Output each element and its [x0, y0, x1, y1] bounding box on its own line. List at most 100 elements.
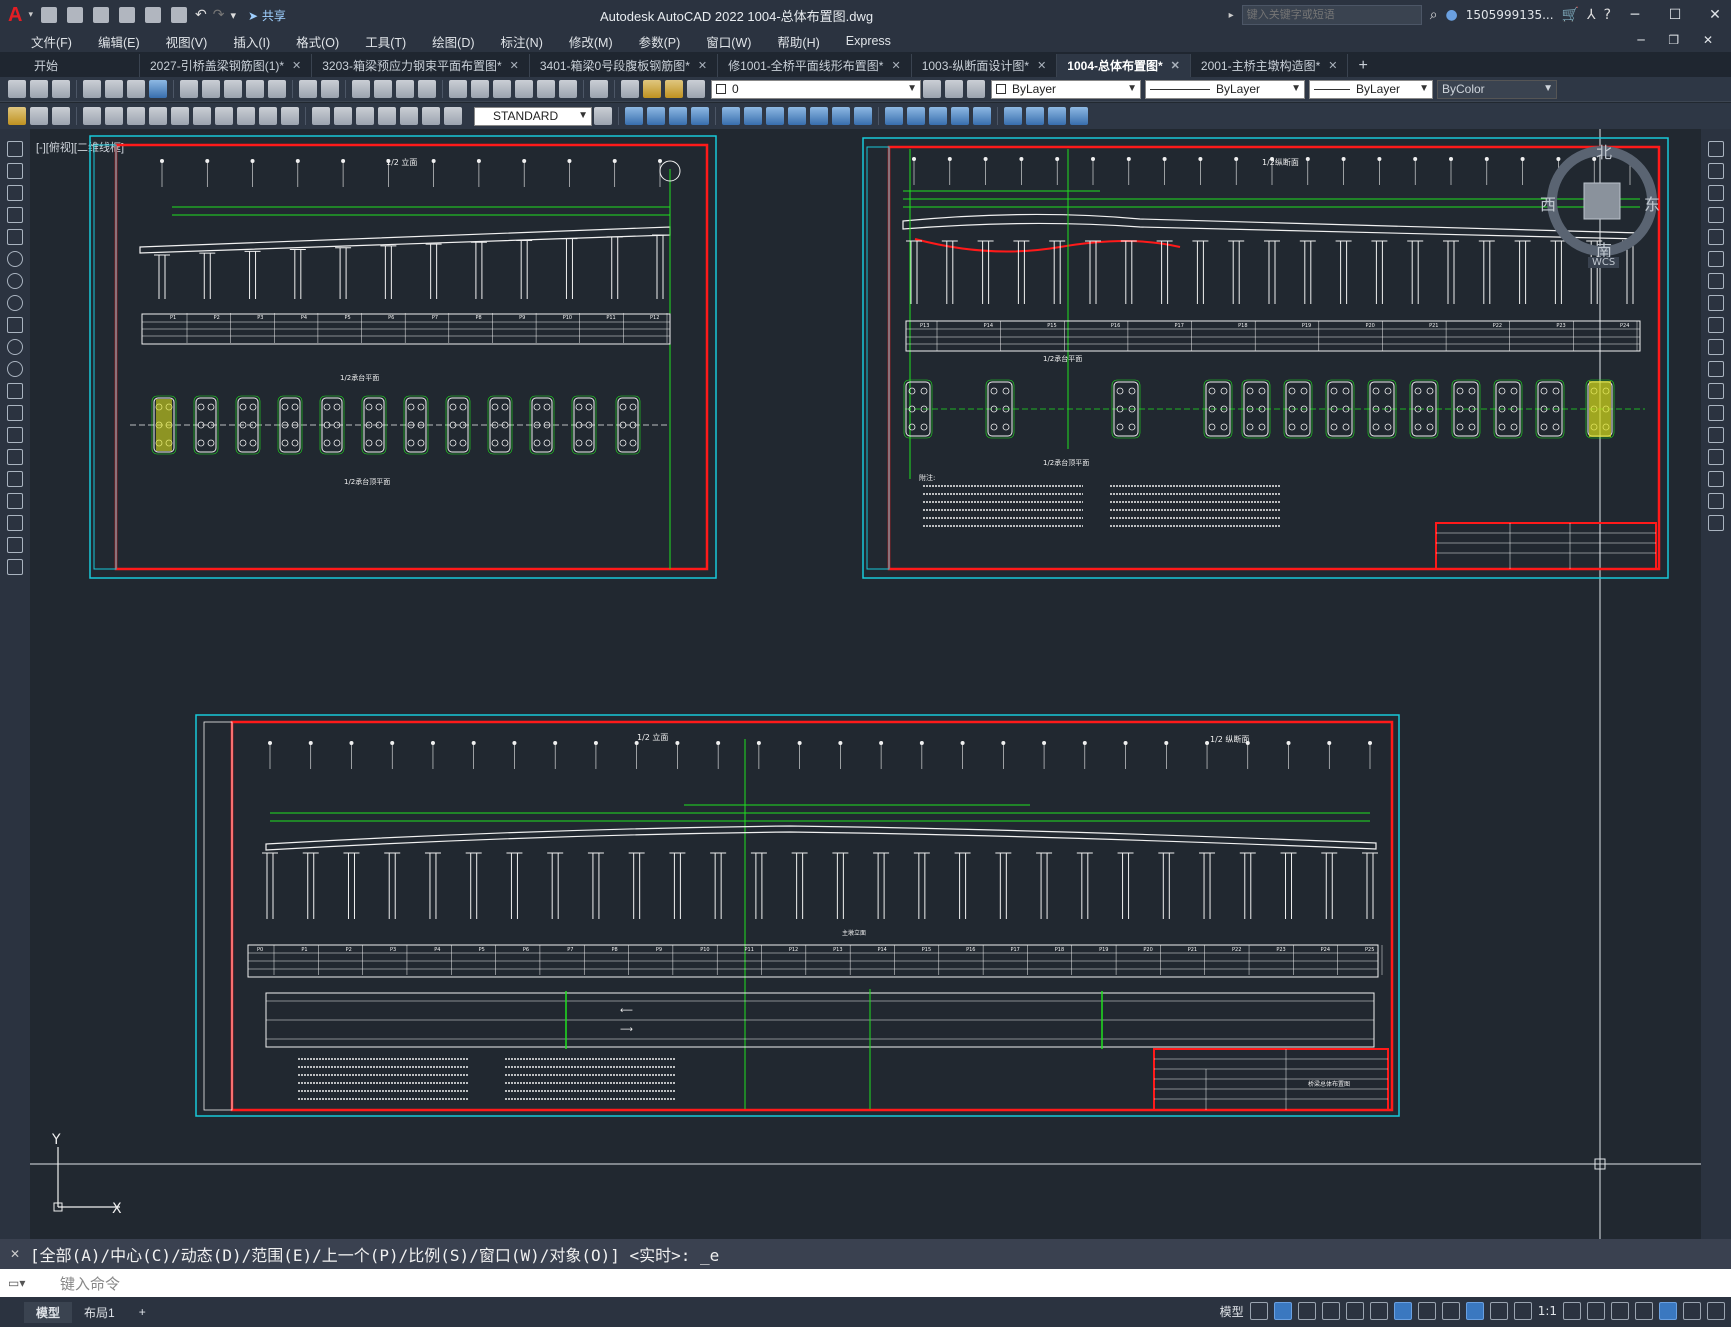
customize-icon[interactable] [1707, 1302, 1725, 1320]
layout-tab-layout1[interactable]: 布局1 [72, 1302, 127, 1323]
layer-freeze-icon[interactable] [665, 80, 683, 98]
dim-baseline-icon[interactable] [215, 107, 233, 125]
tab-1003[interactable]: 1003-纵断面设计图* ✕ [912, 54, 1058, 77]
join-icon[interactable] [907, 107, 925, 125]
join-icon[interactable] [1708, 427, 1724, 443]
dim-continue-icon[interactable] [237, 107, 255, 125]
copy-icon[interactable] [1708, 163, 1724, 179]
annotation-scale-icon[interactable] [1513, 1302, 1532, 1320]
multiline-text-icon[interactable] [7, 537, 23, 553]
zoom-realtime-icon[interactable] [374, 80, 392, 98]
model-space-label[interactable]: 模型 [1220, 1303, 1244, 1320]
mirror-icon[interactable] [1708, 185, 1724, 201]
close-button[interactable]: ✕ [1699, 7, 1731, 23]
fillet-icon[interactable] [1708, 471, 1724, 487]
qnew-icon[interactable] [8, 80, 26, 98]
region-icon[interactable] [7, 493, 23, 509]
search-expand-icon[interactable]: ▸ [1229, 10, 1234, 21]
maximize-button[interactable]: ☐ [1659, 7, 1691, 23]
dim-style-icon[interactable] [594, 107, 612, 125]
draworder-back-icon[interactable] [1026, 107, 1044, 125]
new-tab-button[interactable]: + [1348, 54, 1377, 77]
dim-radius-icon[interactable] [105, 107, 123, 125]
block-editor-icon[interactable] [268, 80, 286, 98]
menu-help[interactable]: 帮助(H) [764, 32, 832, 51]
share-button[interactable]: ➤ 共享 [248, 7, 286, 24]
close-tab-icon[interactable]: ✕ [698, 59, 707, 72]
viewcube-east[interactable]: 东 [1644, 191, 1660, 215]
command-prompt-icon[interactable]: ▭▾ [0, 1276, 60, 1290]
quick-properties-icon[interactable] [1635, 1302, 1653, 1320]
close-tab-icon[interactable]: ✕ [1037, 59, 1046, 72]
array-icon[interactable] [1708, 229, 1724, 245]
undo-icon[interactable] [299, 80, 317, 98]
markup-icon[interactable] [537, 80, 555, 98]
scale-icon[interactable] [1708, 295, 1724, 311]
customize-qa-icon[interactable]: ▾ [230, 9, 236, 22]
quick-dim-icon[interactable] [193, 107, 211, 125]
user-icon[interactable]: ● [1446, 7, 1458, 23]
extend-icon[interactable] [1708, 361, 1724, 377]
ortho-icon[interactable] [1297, 1302, 1316, 1320]
app-menu-arrow-icon[interactable]: ▾ [28, 10, 33, 20]
dim-text-edit-icon[interactable] [422, 107, 440, 125]
erase-icon[interactable] [1708, 141, 1724, 157]
offset-icon[interactable] [1708, 207, 1724, 223]
menu-draw[interactable]: 绘图(D) [419, 32, 487, 51]
properties-icon[interactable] [449, 80, 467, 98]
layer-dropdown[interactable]: 0 ▼ [711, 79, 921, 99]
autocad-logo-icon[interactable]: A [8, 4, 22, 27]
dim-edit-icon[interactable] [400, 107, 418, 125]
dim-style-dropdown[interactable]: STANDARD ▼ [474, 106, 592, 126]
polyline-icon[interactable] [7, 185, 23, 201]
tolerance-icon[interactable] [312, 107, 330, 125]
ellipse-arc-icon[interactable] [7, 361, 23, 377]
copy-icon[interactable] [202, 80, 220, 98]
menu-window[interactable]: 窗口(W) [693, 32, 764, 51]
move-icon[interactable] [744, 107, 762, 125]
layer-state-icon[interactable] [967, 80, 985, 98]
lineweight-icon[interactable] [1417, 1302, 1436, 1320]
help-icon[interactable]: ? [1604, 7, 1611, 23]
autodesk-a360-icon[interactable]: ⅄ [1587, 7, 1596, 23]
line-icon[interactable] [7, 141, 23, 157]
save-icon[interactable] [92, 7, 109, 23]
layout-tab-model[interactable]: 模型 [24, 1301, 73, 1323]
close-tab-icon[interactable]: ✕ [1171, 59, 1180, 72]
text-front-icon[interactable] [1048, 107, 1066, 125]
rotate-icon[interactable] [1708, 273, 1724, 289]
dim-arc-icon[interactable] [52, 107, 70, 125]
command-input-row[interactable]: ▭▾ 键入命令 [0, 1269, 1731, 1297]
design-center-icon[interactable] [471, 80, 489, 98]
close-tab-icon[interactable]: ✕ [891, 59, 900, 72]
move-icon[interactable] [1708, 251, 1724, 267]
pan-icon[interactable] [352, 80, 370, 98]
stretch-icon[interactable] [1708, 317, 1724, 333]
menu-file[interactable]: 文件(F) [18, 32, 85, 51]
new-file-icon[interactable] [40, 7, 57, 23]
dim-space-icon[interactable] [259, 107, 277, 125]
web-open-icon[interactable] [144, 7, 161, 23]
document-window-controls[interactable]: ─ ❐ ✕ [1637, 33, 1723, 47]
search-input[interactable] [1241, 5, 1422, 25]
zoom-previous-icon[interactable] [418, 80, 436, 98]
mirror-icon[interactable] [669, 107, 687, 125]
wcs-menu[interactable]: WCS [1588, 257, 1620, 268]
close-tab-icon[interactable]: ✕ [510, 59, 519, 72]
isolate-objects-icon[interactable] [1659, 1302, 1677, 1320]
extend-icon[interactable] [854, 107, 872, 125]
erase-icon[interactable] [625, 107, 643, 125]
menu-format[interactable]: 格式(O) [283, 32, 352, 51]
tab-start[interactable]: 开始 [0, 54, 140, 77]
sheet-set-icon[interactable] [515, 80, 533, 98]
tab-3401[interactable]: 3401-箱梁0号段腹板钢筋图* ✕ [530, 54, 719, 77]
workspace-gear-icon[interactable] [1563, 1302, 1581, 1320]
menu-edit[interactable]: 编辑(E) [85, 32, 153, 51]
menu-tools[interactable]: 工具(T) [352, 32, 419, 51]
add-layout-button[interactable]: + [127, 1303, 158, 1321]
3d-print-icon[interactable] [149, 80, 167, 98]
undo-icon[interactable]: ↶ [195, 7, 207, 23]
dim-angular-icon[interactable] [171, 107, 189, 125]
layer-lock-icon[interactable] [687, 80, 705, 98]
center-mark-icon[interactable] [334, 107, 352, 125]
